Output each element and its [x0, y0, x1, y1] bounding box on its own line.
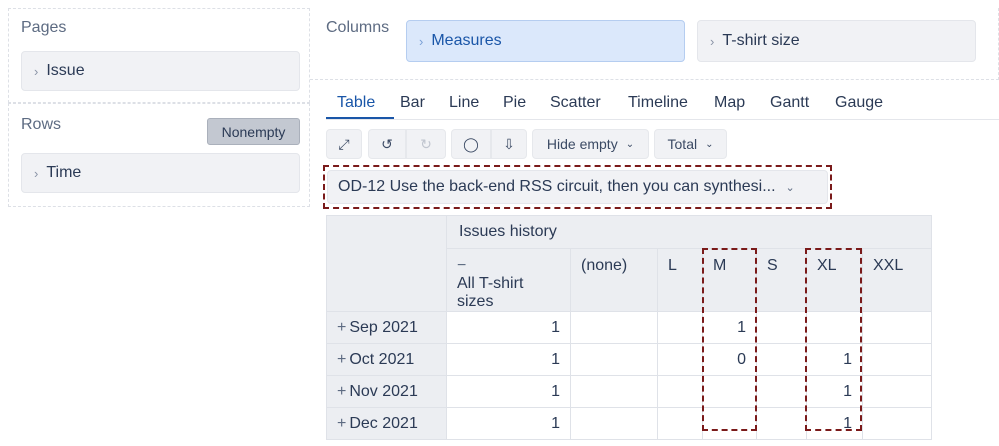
m-column-highlight: [702, 248, 757, 431]
hide-empty-label: Hide empty: [546, 136, 618, 152]
columns-label: Columns: [326, 19, 390, 36]
table-cell: 1: [446, 343, 571, 376]
pill-label: Issue: [46, 62, 85, 79]
undo-button[interactable]: ↺: [368, 129, 406, 159]
tab-timeline[interactable]: Timeline: [628, 94, 688, 112]
column-header-label: All T-shirt sizes: [457, 275, 524, 310]
chevron-right-icon: ›: [34, 165, 39, 181]
columns-item-measures[interactable]: › Measures: [406, 20, 685, 62]
chevron-down-icon: ⌄: [625, 138, 635, 150]
column-header: XXL: [862, 248, 932, 312]
xl-column-highlight: [805, 248, 862, 431]
comment-icon: ◯: [463, 135, 479, 152]
table-cell: 1: [446, 407, 571, 440]
row-label: Oct 2021: [349, 350, 415, 368]
table-cell: 1: [446, 311, 571, 344]
column-header: S: [756, 248, 807, 312]
expand-icon[interactable]: +: [337, 383, 346, 400]
chevron-right-icon: ›: [34, 63, 39, 79]
hide-empty-dropdown[interactable]: Hide empty ⌄: [532, 129, 649, 159]
table-cell: [657, 343, 703, 376]
column-header-label: S: [767, 257, 778, 274]
table-cell: [756, 375, 807, 408]
table-cell: [756, 311, 807, 344]
table-cell: [570, 407, 658, 440]
table-cell: [657, 407, 703, 440]
tab-line[interactable]: Line: [449, 94, 479, 112]
row-header: + Oct 2021: [326, 343, 447, 376]
tab-gantt[interactable]: Gantt: [770, 94, 809, 112]
table-cell: [657, 375, 703, 408]
tab-map[interactable]: Map: [714, 94, 745, 112]
total-label: Total: [667, 136, 698, 152]
pages-item-issue[interactable]: › Issue: [21, 51, 300, 91]
expand-icon: ⤢: [338, 135, 350, 152]
fullscreen-button[interactable]: ⤢: [326, 129, 362, 159]
collapse-icon[interactable]: −: [457, 257, 466, 274]
tab-table[interactable]: Table: [337, 94, 375, 112]
table-cell: [570, 311, 658, 344]
total-dropdown[interactable]: Total ⌄: [654, 129, 727, 159]
corner-cell: [326, 215, 447, 312]
columns-item-tshirt-size[interactable]: › T-shirt size: [697, 20, 976, 62]
rows-label: Rows: [21, 116, 62, 133]
expand-icon[interactable]: +: [337, 319, 346, 336]
table-cell: 1: [446, 375, 571, 408]
nonempty-button[interactable]: Nonempty: [207, 118, 300, 145]
pill-label: Measures: [431, 32, 502, 49]
measure-header: Issues history: [446, 215, 932, 249]
table-cell: [862, 375, 932, 408]
expand-icon[interactable]: +: [337, 415, 346, 432]
pill-label: Time: [46, 164, 82, 181]
redo-icon: ↻: [420, 135, 432, 152]
download-button[interactable]: ⇩: [491, 129, 527, 159]
table-cell: [862, 407, 932, 440]
tabs-divider: [326, 119, 999, 120]
pill-label: T-shirt size: [722, 32, 800, 49]
tab-scatter[interactable]: Scatter: [550, 94, 601, 112]
column-header-label: (none): [581, 257, 628, 274]
chevron-down-icon: ⌄: [785, 181, 795, 194]
table-cell: [756, 407, 807, 440]
issue-filter-dropdown[interactable]: OD-12 Use the back-end RSS circuit, then…: [327, 170, 828, 204]
table-cell: [570, 375, 658, 408]
row-header: + Dec 2021: [326, 407, 447, 440]
redo-button[interactable]: ↻: [406, 129, 446, 159]
row-header: + Sep 2021: [326, 311, 447, 344]
column-header-label: XXL: [873, 257, 904, 274]
row-label: Dec 2021: [349, 414, 418, 432]
tab-pie[interactable]: Pie: [503, 94, 526, 112]
chevron-down-icon: ⌄: [705, 138, 714, 150]
table-cell: [756, 343, 807, 376]
column-header[interactable]: − All T-shirt sizes: [446, 248, 571, 312]
column-header-label: L: [668, 257, 677, 274]
row-label: Nov 2021: [349, 382, 418, 400]
table-cell: [862, 311, 932, 344]
chevron-right-icon: ›: [710, 33, 715, 49]
chevron-right-icon: ›: [419, 33, 424, 49]
pages-label: Pages: [21, 19, 67, 36]
comment-button[interactable]: ◯: [451, 129, 491, 159]
expand-icon[interactable]: +: [337, 351, 346, 368]
filter-value: OD-12 Use the back-end RSS circuit, then…: [338, 178, 776, 195]
column-header: (none): [570, 248, 658, 312]
table-cell: [570, 343, 658, 376]
tab-bar[interactable]: Bar: [400, 94, 425, 112]
undo-icon: ↺: [381, 135, 393, 152]
download-icon: ⇩: [503, 135, 515, 152]
row-header: + Nov 2021: [326, 375, 447, 408]
row-label: Sep 2021: [349, 318, 418, 336]
table-cell: [862, 343, 932, 376]
table-cell: [657, 311, 703, 344]
column-header: L: [657, 248, 703, 312]
tab-gauge[interactable]: Gauge: [835, 94, 883, 112]
rows-item-time[interactable]: › Time: [21, 153, 300, 193]
